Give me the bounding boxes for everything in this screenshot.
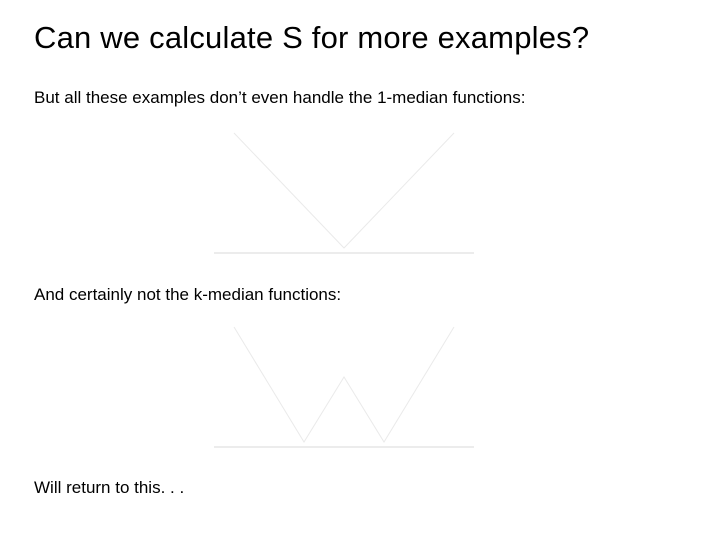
body-line-1: But all these examples don’t even handle… — [34, 88, 525, 108]
slide-title: Can we calculate S for more examples? — [34, 20, 694, 56]
v-plot-icon — [214, 128, 474, 258]
figure-k-median — [214, 322, 474, 452]
body-line-3: Will return to this. . . — [34, 478, 184, 498]
w-plot-icon — [214, 322, 474, 452]
body-line-2: And certainly not the k-median functions… — [34, 285, 341, 305]
slide: Can we calculate S for more examples? Bu… — [0, 0, 720, 540]
figure-1-median — [214, 128, 474, 258]
